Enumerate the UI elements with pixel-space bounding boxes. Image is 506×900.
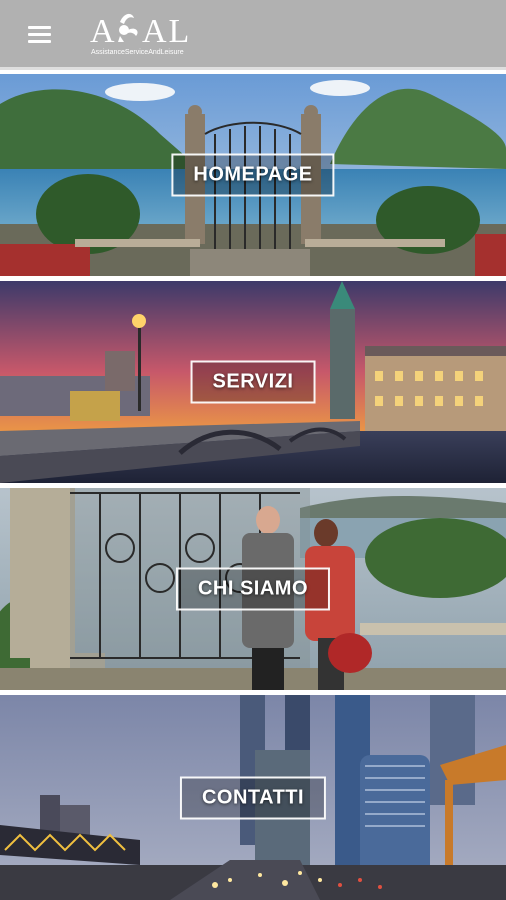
asal-logo: A AL AssistanceServiceAndLeisure [90,8,200,60]
contatti-tile[interactable]: CONTATTI [0,695,506,900]
chi-siamo-tile[interactable]: CHI SIAMO [0,488,506,690]
chi-siamo-label[interactable]: CHI SIAMO [175,567,331,611]
contatti-label[interactable]: CONTATTI [179,776,327,819]
servizi-label[interactable]: SERVIZI [190,360,316,404]
servizi-tile[interactable]: SERVIZI [0,281,506,483]
top-app-bar: A AL AssistanceServiceAndLeisure [0,0,506,70]
homepage-label[interactable]: HOMEPAGE [171,153,335,197]
app-screen: A AL AssistanceServiceAndLeisure HOMEPAG… [0,0,506,900]
logo-tagline: AssistanceServiceAndLeisure [91,49,184,56]
homepage-tile[interactable]: HOMEPAGE [0,74,506,276]
svg-text:AL: AL [142,13,191,50]
svg-text:A: A [90,13,116,50]
hamburger-menu-icon[interactable] [20,20,60,50]
